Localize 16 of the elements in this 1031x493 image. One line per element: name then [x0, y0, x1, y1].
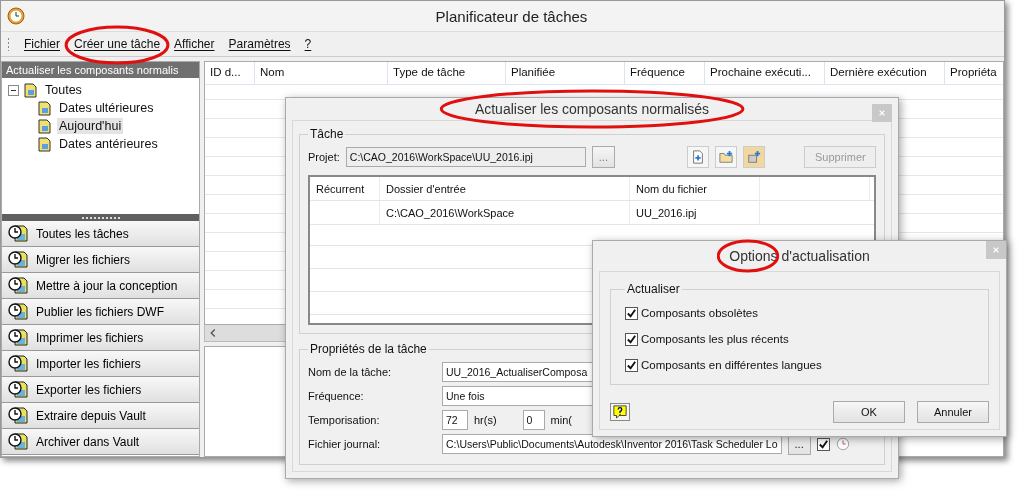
- minutes-unit: min(: [550, 414, 572, 426]
- group-title: Actualiser: [626, 282, 681, 296]
- field-label: Projet:: [308, 151, 340, 163]
- window-title: Planificateur de tâches: [434, 7, 589, 25]
- group-title: Tâche: [309, 127, 345, 141]
- table-cell: C:\CAO_2016\WorkSpace: [380, 201, 630, 224]
- group-title: Propriétés de la tâche: [309, 342, 428, 356]
- dialog-title: Actualiser les composants normalisés: [474, 101, 710, 117]
- field-label: Nom de la tâche:: [308, 366, 393, 378]
- field-label: Fichier journal:: [308, 438, 382, 450]
- field-label: Fréquence:: [308, 390, 365, 402]
- table-cell: UU_2016.ipj: [630, 201, 760, 224]
- panel-header: Actualiser les composants normalis: [2, 62, 199, 78]
- hours-unit: hr(s): [474, 414, 497, 426]
- field-label: Temporisation:: [308, 414, 381, 426]
- dialog-title: Options d'actualisation: [729, 248, 870, 264]
